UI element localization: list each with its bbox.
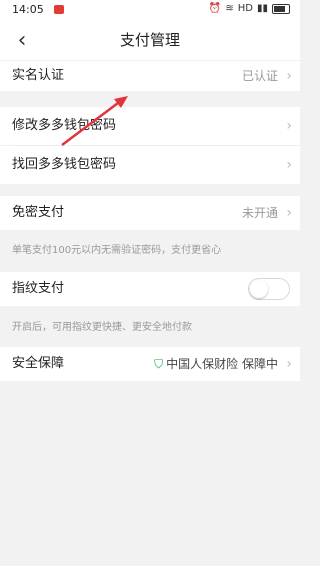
chevron-right-icon: › xyxy=(286,205,292,221)
row-fingerprint: 指纹支付 xyxy=(0,272,300,306)
status-time: 14:05 xyxy=(12,3,44,16)
wifi-icon: ≋ xyxy=(225,3,234,14)
fingerprint-toggle[interactable] xyxy=(248,278,290,300)
row-free-pay[interactable]: 免密支付 未开通 › xyxy=(0,196,300,230)
page-title: 支付管理 xyxy=(119,31,180,49)
battery-icon xyxy=(272,3,290,14)
network-label: HD xyxy=(237,3,253,14)
chevron-right-icon: › xyxy=(286,157,292,173)
title-bar: 支付管理 ‹ xyxy=(0,20,300,60)
notification-icon xyxy=(54,5,64,14)
row-real-name-label: 实名认证 xyxy=(12,68,65,83)
toggle-knob xyxy=(250,280,268,298)
status-icons: ⏰ ≋ HD ▮▮ xyxy=(209,3,290,14)
chevron-left-icon: ‹ xyxy=(17,27,27,53)
chevron-right-icon: › xyxy=(286,118,292,134)
row-find-password-label: 找回多多钱包密码 xyxy=(12,157,117,172)
row-real-name-value: 已认证 xyxy=(241,69,278,83)
row-change-password[interactable]: 修改多多钱包密码 › xyxy=(0,107,300,145)
back-button[interactable]: ‹ xyxy=(10,26,34,54)
fingerprint-note: 开启后，可用指纹更快捷、更安全地付款 xyxy=(12,322,192,333)
row-fingerprint-label: 指纹支付 xyxy=(12,281,65,296)
alarm-icon: ⏰ xyxy=(208,3,222,14)
free-pay-note: 单笔支付100元以内无需验证密码，支付更省心 xyxy=(12,245,222,256)
insurer-name: 中国人保财险 xyxy=(166,357,239,371)
security-status: 保障中 xyxy=(241,357,278,371)
chevron-right-icon: › xyxy=(286,68,292,84)
row-security-label: 安全保障 xyxy=(12,356,65,371)
row-find-password[interactable]: 找回多多钱包密码 › xyxy=(0,146,300,184)
row-free-pay-value: 未开通 xyxy=(241,206,278,220)
row-security[interactable]: 安全保障 ⛉ 中国人保财险 保障中 › xyxy=(0,347,300,381)
row-real-name[interactable]: 实名认证 已认证 › xyxy=(0,61,300,91)
chevron-right-icon: › xyxy=(286,356,292,372)
signal-icon: ▮▮ xyxy=(256,3,268,14)
row-security-value: ⛉ 中国人保财险 保障中 xyxy=(154,347,278,381)
row-free-pay-label: 免密支付 xyxy=(12,205,65,220)
shield-icon: ⛉ xyxy=(154,357,164,371)
row-change-password-label: 修改多多钱包密码 xyxy=(12,118,117,133)
status-bar: 14:05 ⏰ ≋ HD ▮▮ xyxy=(0,0,300,20)
